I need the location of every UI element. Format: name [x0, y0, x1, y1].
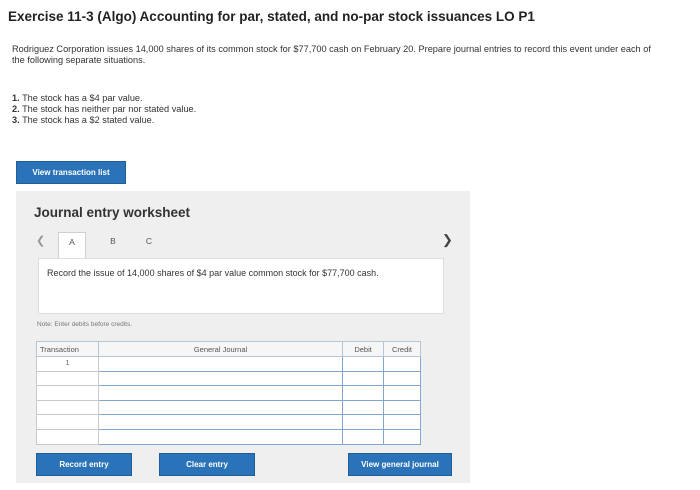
debit-input[interactable]	[342, 428, 385, 445]
requirements-list: 1. The stock has a $4 par value. 2. The …	[12, 93, 196, 126]
table-row	[36, 428, 421, 445]
chevron-left-icon[interactable]: ❮	[36, 234, 45, 247]
table-row	[36, 399, 421, 416]
requirement-item: 3. The stock has a $2 stated value.	[12, 115, 196, 126]
prompt-box: Record the issue of 14,000 shares of $4 …	[38, 258, 444, 314]
requirement-item: 1. The stock has a $4 par value.	[12, 93, 196, 104]
debit-input[interactable]	[342, 385, 385, 401]
debit-input[interactable]	[342, 414, 385, 430]
view-general-journal-button[interactable]: View general journal	[348, 453, 452, 476]
table-row	[36, 414, 421, 430]
credit-input[interactable]	[383, 370, 421, 387]
journal-entry-worksheet: Journal entry worksheet ❮ A B C ❯ Record…	[16, 191, 470, 483]
record-entry-button[interactable]: Record entry	[36, 453, 132, 476]
account-input[interactable]	[97, 414, 344, 430]
entry-note: Note: Enter debits before credits.	[37, 321, 133, 328]
requirement-number: 3.	[12, 115, 20, 125]
clear-entry-button[interactable]: Clear entry	[159, 453, 255, 476]
requirement-text: The stock has neither par nor stated val…	[22, 104, 197, 114]
header-transaction: Transaction	[36, 341, 99, 357]
transaction-cell	[36, 370, 99, 387]
transaction-cell	[36, 385, 99, 401]
transaction-number: 1	[36, 356, 99, 372]
credit-input[interactable]	[383, 399, 421, 416]
debit-input[interactable]	[342, 399, 385, 416]
requirement-number: 1.	[12, 93, 20, 103]
requirement-number: 2.	[12, 104, 20, 114]
view-transaction-list-button[interactable]: View transaction list	[16, 161, 126, 184]
requirement-item: 2. The stock has neither par nor stated …	[12, 104, 196, 115]
table-row: 1	[36, 356, 421, 372]
worksheet-title: Journal entry worksheet	[34, 205, 191, 220]
requirement-text: The stock has a $2 stated value.	[22, 115, 155, 125]
header-credit: Credit	[383, 341, 421, 357]
debit-input[interactable]	[342, 356, 385, 372]
credit-input[interactable]	[383, 428, 421, 445]
table-row	[36, 370, 421, 387]
chevron-right-icon[interactable]: ❯	[442, 232, 453, 248]
header-general-journal: General Journal	[97, 341, 344, 357]
account-input[interactable]	[97, 370, 344, 387]
exercise-intro: Rodriguez Corporation issues 14,000 shar…	[12, 44, 651, 65]
table-row	[36, 385, 421, 401]
journal-table: Transaction General Journal Debit Credit…	[36, 341, 421, 445]
tab-b[interactable]: B	[99, 232, 127, 258]
prompt-text: Record the issue of 14,000 shares of $4 …	[47, 268, 379, 278]
transaction-cell	[36, 428, 99, 445]
header-debit: Debit	[342, 341, 385, 357]
transaction-cell	[36, 399, 99, 416]
account-input[interactable]	[97, 385, 344, 401]
credit-input[interactable]	[383, 414, 421, 430]
tab-a[interactable]: A	[58, 232, 86, 258]
page-title: Exercise 11-3 (Algo) Accounting for par,…	[8, 9, 535, 24]
credit-input[interactable]	[383, 385, 421, 401]
credit-input[interactable]	[383, 356, 421, 372]
account-input[interactable]	[97, 356, 344, 372]
debit-input[interactable]	[342, 370, 385, 387]
requirement-text: The stock has a $4 par value.	[22, 93, 143, 103]
transaction-cell	[36, 414, 99, 430]
account-input[interactable]	[97, 399, 344, 416]
tab-c[interactable]: C	[135, 232, 163, 258]
account-input[interactable]	[97, 428, 344, 445]
